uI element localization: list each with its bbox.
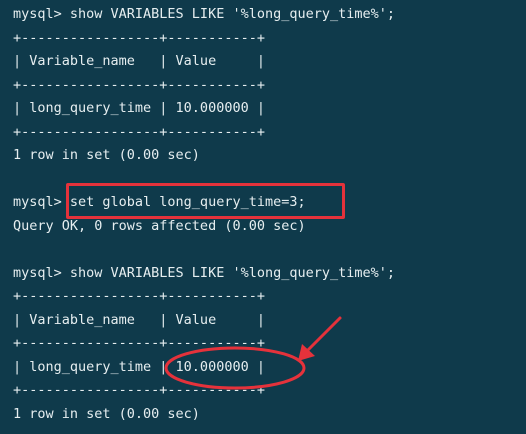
terminal-line: +-----------------+-----------+ <box>13 382 265 398</box>
terminal-line: 1 row in set (0.00 sec) <box>13 147 200 163</box>
command-highlight-box <box>66 183 345 219</box>
terminal-line: +-----------------+-----------+ <box>13 288 265 304</box>
terminal-line: Query OK, 0 rows affected (0.00 sec) <box>13 218 306 234</box>
terminal-line: mysql> show VARIABLES LIKE '%long_query_… <box>13 6 396 22</box>
terminal-line: +-----------------+-----------+ <box>13 30 265 46</box>
terminal-line: | long_query_time | 10.000000 | <box>13 100 265 116</box>
terminal-line: +-----------------+-----------+ <box>13 77 265 93</box>
terminal-line: +-----------------+-----------+ <box>13 124 265 140</box>
terminal-line: | Variable_name | Value | <box>13 312 265 328</box>
terminal-line: mysql> show VARIABLES LIKE '%long_query_… <box>13 265 396 281</box>
terminal-line: +-----------------+-----------+ <box>13 335 265 351</box>
terminal-line: | Variable_name | Value | <box>13 53 265 69</box>
terminal-line: 1 row in set (0.00 sec) <box>13 406 200 422</box>
terminal-line: | long_query_time | 10.000000 | <box>13 359 265 375</box>
